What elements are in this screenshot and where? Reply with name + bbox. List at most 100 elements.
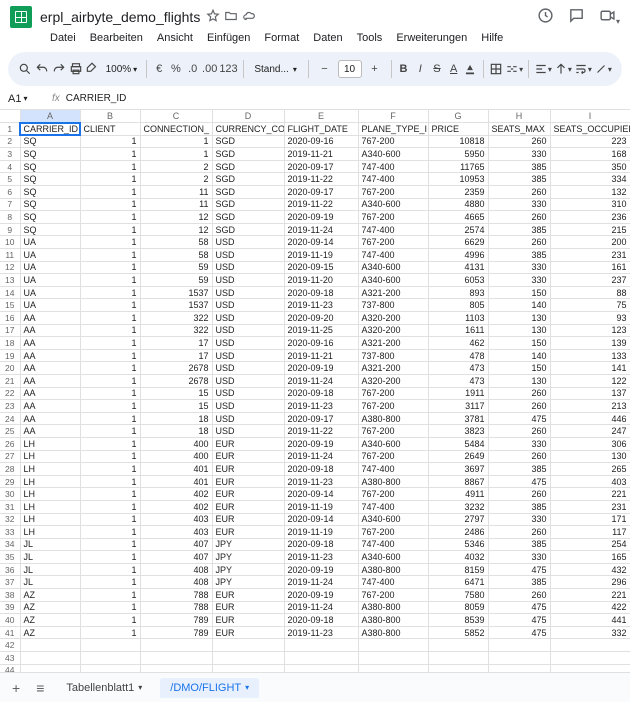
cell[interactable]: 1 <box>80 437 140 450</box>
cell[interactable]: 2019-11-24 <box>284 450 358 463</box>
cell[interactable]: 130 <box>488 374 550 387</box>
cell[interactable]: 6629 <box>428 236 488 249</box>
cell[interactable]: 2019-11-24 <box>284 601 358 614</box>
fontsize-minus[interactable]: − <box>314 58 336 80</box>
cell[interactable]: SQ <box>20 148 80 161</box>
cell[interactable]: 221 <box>550 589 630 602</box>
cell[interactable]: AZ <box>20 614 80 627</box>
cell[interactable]: 140 <box>488 349 550 362</box>
cell[interactable]: LH <box>20 513 80 526</box>
row-header[interactable]: 35 <box>0 551 20 564</box>
cell[interactable]: 3117 <box>428 400 488 413</box>
merge-icon[interactable]: ▾ <box>505 58 523 80</box>
history-icon[interactable] <box>537 7 554 27</box>
cell[interactable]: 747-400 <box>358 249 428 262</box>
cell[interactable]: UA <box>20 261 80 274</box>
cell[interactable]: 2020-09-17 <box>284 160 358 173</box>
cell[interactable] <box>284 652 358 665</box>
cell[interactable]: AA <box>20 362 80 375</box>
cell[interactable]: AA <box>20 337 80 350</box>
col-header[interactable]: D <box>212 110 284 123</box>
cell[interactable]: 2020-09-19 <box>284 211 358 224</box>
cell[interactable] <box>140 664 212 672</box>
cell[interactable] <box>550 639 630 652</box>
cell[interactable]: 1 <box>80 312 140 325</box>
cell[interactable]: 1 <box>80 450 140 463</box>
menu-edit[interactable]: Bearbeiten <box>84 30 149 46</box>
col-header[interactable]: G <box>428 110 488 123</box>
cell[interactable]: 473 <box>428 362 488 375</box>
cell[interactable]: 2574 <box>428 223 488 236</box>
cell[interactable]: 2649 <box>428 450 488 463</box>
cell[interactable]: 4996 <box>428 249 488 262</box>
row-header[interactable]: 18 <box>0 337 20 350</box>
cell[interactable]: SQ <box>20 211 80 224</box>
cell[interactable]: 296 <box>550 576 630 589</box>
cell[interactable]: 2019-11-21 <box>284 148 358 161</box>
cell[interactable]: 58 <box>140 236 212 249</box>
cell[interactable]: 330 <box>488 148 550 161</box>
cell[interactable]: 1 <box>80 324 140 337</box>
row-header[interactable]: 42 <box>0 639 20 652</box>
cell[interactable]: 2 <box>140 173 212 186</box>
cell[interactable]: 1 <box>80 374 140 387</box>
cell[interactable]: 1 <box>80 249 140 262</box>
menu-file[interactable]: Datei <box>44 30 82 46</box>
cell[interactable]: 1 <box>80 186 140 199</box>
cell[interactable]: A321-200 <box>358 337 428 350</box>
add-sheet-button[interactable]: + <box>8 678 24 698</box>
sheets-logo[interactable] <box>10 6 32 28</box>
cell[interactable]: 330 <box>488 274 550 287</box>
cell[interactable]: 893 <box>428 286 488 299</box>
cell[interactable]: JL <box>20 576 80 589</box>
cell[interactable]: AA <box>20 312 80 325</box>
star-icon[interactable] <box>206 9 220 26</box>
cell[interactable]: 767-200 <box>358 450 428 463</box>
cell[interactable]: 1 <box>80 614 140 627</box>
cell[interactable]: 168 <box>550 148 630 161</box>
cell[interactable]: 1 <box>80 400 140 413</box>
dec-increase-icon[interactable]: .00 <box>202 58 217 80</box>
cell[interactable]: 2678 <box>140 362 212 375</box>
cell[interactable]: 8539 <box>428 614 488 627</box>
cell[interactable]: 141 <box>550 362 630 375</box>
cell[interactable]: 10818 <box>428 135 488 148</box>
cell[interactable]: 401 <box>140 463 212 476</box>
cell[interactable]: 6053 <box>428 274 488 287</box>
cell[interactable]: 10953 <box>428 173 488 186</box>
cell[interactable]: SQ <box>20 160 80 173</box>
cell[interactable]: 767-200 <box>358 186 428 199</box>
cell[interactable]: LH <box>20 475 80 488</box>
cell[interactable] <box>80 664 140 672</box>
cell[interactable]: 400 <box>140 450 212 463</box>
row-header[interactable]: 13 <box>0 274 20 287</box>
cell[interactable]: EUR <box>212 500 284 513</box>
cell[interactable]: 8059 <box>428 601 488 614</box>
cell[interactable]: USD <box>212 337 284 350</box>
cell[interactable]: 385 <box>488 223 550 236</box>
borders-icon[interactable] <box>488 58 503 80</box>
cell[interactable]: 2020-09-19 <box>284 362 358 375</box>
cell[interactable] <box>428 664 488 672</box>
cell[interactable]: 2020-09-17 <box>284 412 358 425</box>
cell[interactable]: 767-200 <box>358 425 428 438</box>
more-formats-icon[interactable]: 123 <box>219 58 237 80</box>
print-icon[interactable] <box>68 58 83 80</box>
cell[interactable] <box>488 664 550 672</box>
cell[interactable]: 150 <box>488 362 550 375</box>
col-header[interactable]: I <box>550 110 630 123</box>
cell[interactable]: 260 <box>488 211 550 224</box>
cell[interactable]: 1 <box>80 626 140 639</box>
cell[interactable]: AZ <box>20 601 80 614</box>
cell-header[interactable]: PRICE <box>428 123 488 136</box>
cell[interactable]: 236 <box>550 211 630 224</box>
cell[interactable]: LH <box>20 450 80 463</box>
cell[interactable]: 1 <box>80 463 140 476</box>
cell[interactable]: A320-200 <box>358 312 428 325</box>
menu-help[interactable]: Hilfe <box>475 30 509 46</box>
cell[interactable]: 400 <box>140 437 212 450</box>
cell[interactable] <box>488 652 550 665</box>
cell[interactable]: 2019-11-21 <box>284 349 358 362</box>
row-header[interactable]: 29 <box>0 475 20 488</box>
cell[interactable]: AZ <box>20 589 80 602</box>
